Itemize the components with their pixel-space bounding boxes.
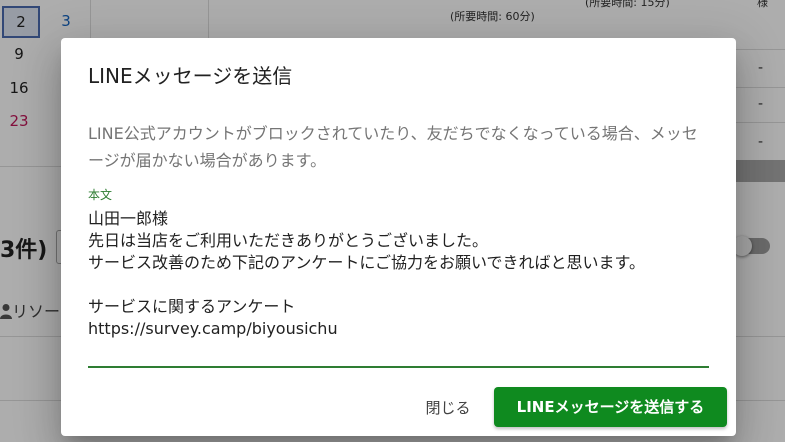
message-body-label: 本文 xyxy=(88,188,113,202)
send-line-message-button[interactable]: LINEメッセージを送信する xyxy=(494,387,727,427)
dialog-notice: LINE公式アカウントがブロックされていたり、友だちでなくなっている場合、メッセ… xyxy=(88,124,698,170)
close-button[interactable]: 閉じる xyxy=(413,389,483,427)
textarea-focus-underline xyxy=(88,366,709,368)
message-body-textarea[interactable]: 山田一郎様 先日は当店をご利用いただきありがとうございました。 サービス改善のた… xyxy=(88,208,703,366)
line-message-dialog: LINEメッセージを送信 LINE公式アカウントがブロックされていたり、友だちで… xyxy=(61,38,736,436)
dialog-title: LINEメッセージを送信 xyxy=(88,64,293,88)
